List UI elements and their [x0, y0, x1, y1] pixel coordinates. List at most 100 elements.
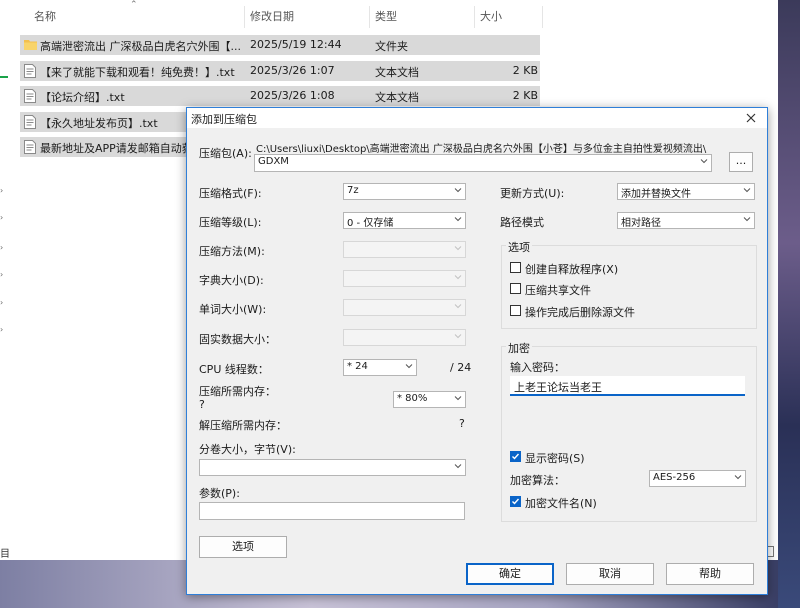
password-label: 输入密码：: [510, 361, 565, 374]
decomp-unknown: ?: [459, 417, 465, 430]
chevron-down-icon: [454, 217, 462, 222]
dict-label: 字典大小(D):: [199, 274, 264, 287]
encrypt-names-label[interactable]: 加密文件名(N): [525, 495, 597, 511]
help-button[interactable]: 帮助: [666, 563, 754, 585]
method-label: 压缩方法(M):: [199, 245, 265, 258]
archive-label: 压缩包(A):: [199, 147, 252, 160]
dialog-titlebar[interactable]: 添加到压缩包: [187, 108, 767, 128]
file-row[interactable]: 高端泄密流出 广深极品白虎名穴外围【... 2025/5/19 12:44 文件…: [20, 35, 540, 55]
column-divider[interactable]: [542, 6, 543, 28]
level-label: 压缩等级(L):: [199, 216, 262, 229]
word-select: [343, 299, 466, 316]
desktop-wallpaper: [778, 0, 800, 608]
nav-chevron-icon[interactable]: ›: [0, 298, 6, 307]
file-type: 文本文档: [375, 66, 419, 79]
nav-chevron-icon[interactable]: ›: [0, 270, 6, 279]
file-row[interactable]: 【论坛介绍】.txt 2025/3/26 1:08 文本文档 2 KB: [20, 86, 540, 106]
password-value: 上老王论坛当老王: [514, 381, 602, 394]
enc-method-label: 加密算法：: [510, 474, 565, 487]
chevron-down-icon: [454, 334, 462, 339]
encryption-group-title: 加密: [506, 340, 532, 356]
password-input[interactable]: 上老王论坛当老王: [510, 376, 745, 396]
column-header-size[interactable]: 大小: [480, 8, 502, 28]
close-icon[interactable]: [746, 113, 756, 123]
path-mode-select[interactable]: 相对路径: [617, 212, 755, 229]
solid-label: 固实数据大小：: [199, 333, 276, 346]
chevron-down-icon: [743, 217, 751, 222]
file-date: 2025/5/19 12:44: [250, 38, 342, 51]
status-bar-text: 目: [0, 549, 10, 560]
chevron-down-icon: [454, 188, 462, 193]
method-select: [343, 241, 466, 258]
mem-value: * 80%: [397, 393, 428, 404]
checkmark-icon: [512, 498, 520, 505]
dialog-title: 添加到压缩包: [191, 113, 257, 126]
file-date: 2025/3/26 1:08: [250, 89, 335, 102]
chevron-down-icon: [734, 475, 742, 480]
sfx-checkbox[interactable]: [510, 262, 521, 273]
nav-chevron-icon[interactable]: ›: [0, 325, 6, 334]
chevron-down-icon: [405, 364, 413, 369]
column-divider[interactable]: [369, 6, 370, 28]
column-header-date[interactable]: 修改日期: [250, 8, 294, 28]
cpu-select[interactable]: * 24: [343, 359, 417, 376]
file-size: 2 KB: [512, 64, 538, 77]
delete-label[interactable]: 操作完成后删除源文件: [525, 304, 635, 320]
nav-chevron-icon[interactable]: ›: [0, 213, 6, 222]
chevron-down-icon: [743, 188, 751, 193]
delete-checkbox[interactable]: [510, 305, 521, 316]
column-divider[interactable]: [474, 6, 475, 28]
nav-marker-icon: [0, 76, 8, 78]
enc-method-value: AES-256: [653, 472, 696, 483]
format-select[interactable]: 7z: [343, 183, 466, 200]
word-label: 单词大小(W):: [199, 303, 267, 316]
cpu-label: CPU 线程数：: [199, 363, 269, 376]
column-header-type[interactable]: 类型: [375, 8, 397, 28]
text-file-icon: [24, 89, 36, 103]
dict-select: [343, 270, 466, 287]
browse-button[interactable]: ...: [729, 152, 753, 172]
ok-button[interactable]: 确定: [466, 563, 554, 585]
chevron-down-icon: [454, 304, 462, 309]
options-button[interactable]: 选项: [199, 536, 287, 558]
enc-method-select[interactable]: AES-256: [649, 470, 746, 487]
file-row[interactable]: 【来了就能下载和观看！纯免费！】.txt 2025/3/26 1:07 文本文档…: [20, 61, 540, 81]
column-header-name[interactable]: 名称: [34, 8, 56, 28]
volume-combo[interactable]: [199, 459, 466, 476]
chevron-down-icon: [700, 159, 708, 164]
archive-name-combo[interactable]: GDXM: [254, 154, 712, 172]
decomp-label: 解压缩所需内存：: [199, 419, 287, 432]
update-value: 添加并替换文件: [621, 189, 691, 200]
cancel-button[interactable]: 取消: [566, 563, 654, 585]
file-date: 2025/3/26 1:07: [250, 64, 335, 77]
show-password-label[interactable]: 显示密码(S): [525, 450, 585, 466]
file-type: 文件夹: [375, 40, 408, 53]
shared-label[interactable]: 压缩共享文件: [525, 282, 591, 298]
params-input[interactable]: [199, 502, 465, 520]
nav-chevron-icon[interactable]: ›: [0, 243, 6, 252]
options-group-title: 选项: [506, 239, 532, 255]
column-divider[interactable]: [244, 6, 245, 28]
level-select[interactable]: 0 - 仅存储: [343, 212, 466, 229]
chevron-down-icon: [454, 464, 462, 469]
format-value: 7z: [347, 185, 359, 196]
volume-label: 分卷大小，字节(V):: [199, 443, 296, 456]
mem-select[interactable]: * 80%: [393, 391, 466, 408]
text-file-icon: [24, 64, 36, 78]
update-select[interactable]: 添加并替换文件: [617, 183, 755, 200]
file-name: 高端泄密流出 广深极品白虎名穴外围【...: [40, 40, 240, 53]
file-name: 【来了就能下载和观看！纯免费！】.txt: [40, 66, 235, 79]
path-mode-label: 路径模式: [500, 216, 544, 229]
sfx-label[interactable]: 创建自释放程序(X): [525, 261, 618, 277]
format-label: 压缩格式(F):: [199, 187, 262, 200]
shared-checkbox[interactable]: [510, 283, 521, 294]
sort-up-icon: ⌃: [130, 0, 138, 10]
archive-name-value: GDXM: [258, 156, 289, 167]
show-password-checkbox[interactable]: [510, 451, 521, 462]
solid-select: [343, 329, 466, 346]
params-label: 参数(P):: [199, 487, 240, 500]
encrypt-names-checkbox[interactable]: [510, 496, 521, 507]
nav-chevron-icon[interactable]: ›: [0, 186, 6, 195]
chevron-down-icon: [454, 396, 462, 401]
folder-icon: [24, 40, 37, 50]
